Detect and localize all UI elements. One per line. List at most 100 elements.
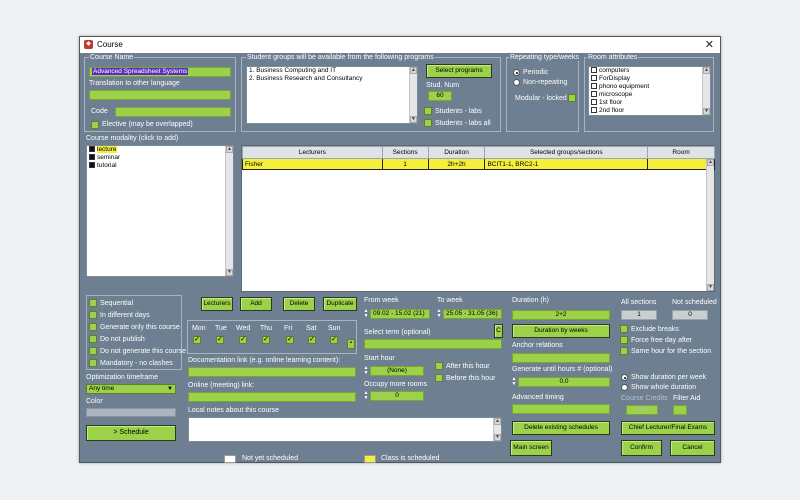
days-more-button[interactable]: ▪ <box>347 339 355 349</box>
non-repeating-radio[interactable] <box>513 79 520 86</box>
select-programs-button[interactable]: Select programs <box>426 64 492 78</box>
program-list[interactable]: 1. Business Computing and IT 2. Business… <box>246 66 418 124</box>
filter-aid-input[interactable] <box>673 405 687 415</box>
generate-until-input[interactable]: 0.0 <box>518 377 610 387</box>
confirm-button[interactable]: Confirm <box>621 440 662 456</box>
term-clear-button[interactable]: C <box>494 324 503 338</box>
duration-by-weeks-button[interactable]: Duration by weeks <box>512 324 610 338</box>
room-attributes-list[interactable]: computers ForDisplay phono equipment mic… <box>588 66 711 116</box>
chief-lecturer-button[interactable]: Chief Lecturer/Final Exams <box>621 421 715 435</box>
different-days-checkbox[interactable] <box>89 311 97 319</box>
table-row[interactable]: Fisher 1 2h+2h BCIT1-1, BRC2-1 <box>242 158 715 170</box>
day-mon-checkbox[interactable]: ✓ <box>193 336 201 344</box>
day-tue-checkbox[interactable]: ✓ <box>216 336 224 344</box>
from-week-spinner[interactable]: ▲ ▼ <box>363 309 369 319</box>
online-link-input[interactable] <box>188 392 356 402</box>
delete-schedules-button[interactable]: Delete existing schedules <box>512 421 610 435</box>
modular-locked-checkbox[interactable] <box>568 94 576 102</box>
show-per-week-radio[interactable] <box>621 374 628 381</box>
sequential-checkbox[interactable] <box>89 299 97 307</box>
legend-not-scheduled-swatch <box>224 455 236 463</box>
close-icon[interactable]: ✕ <box>705 38 714 51</box>
cell-lecturer[interactable]: Fisher <box>242 158 383 170</box>
elective-checkbox[interactable] <box>91 121 99 129</box>
students-labs-checkbox[interactable] <box>424 107 432 115</box>
do-not-publish-checkbox[interactable] <box>89 335 97 343</box>
occupy-rooms-input[interactable]: 0 <box>370 391 424 401</box>
modality-item-tutorial[interactable]: tutorial <box>87 162 233 170</box>
modality-item-seminar[interactable]: seminar <box>87 154 233 162</box>
schedule-button[interactable]: > Schedule <box>86 425 176 441</box>
color-field[interactable] <box>86 408 176 417</box>
doc-link-input[interactable] <box>188 367 356 377</box>
day-sun: Sun <box>328 325 341 332</box>
grid-scrollbar[interactable]: ▲ ▼ <box>706 159 714 291</box>
cell-groups[interactable]: BCIT1-1, BRC2-1 <box>484 158 649 170</box>
occupy-spinner[interactable]: ▲ ▼ <box>363 391 369 401</box>
delete-button[interactable]: Delete <box>283 297 315 311</box>
cell-duration[interactable]: 2h+2h <box>427 158 486 170</box>
day-sat-checkbox[interactable]: ✓ <box>308 336 316 344</box>
room-attribute-item[interactable]: ForDisplay <box>589 75 710 83</box>
add-button[interactable]: Add <box>240 297 272 311</box>
exclude-breaks-checkbox[interactable] <box>620 325 628 333</box>
col-groups[interactable]: Selected groups/sections <box>484 146 649 159</box>
room-attribute-item[interactable]: 1st floor <box>589 99 710 107</box>
start-hour-spinner[interactable]: ▲ ▼ <box>363 366 369 376</box>
mandatory-checkbox[interactable] <box>89 359 97 367</box>
generate-until-spinner[interactable]: ▲ ▼ <box>511 377 517 387</box>
duration-input[interactable]: 2+2 <box>512 310 610 320</box>
modality-list[interactable]: lecture seminar tutorial ▲ ▼ <box>86 145 234 277</box>
program-item[interactable]: 2. Business Research and Consultancy <box>247 75 417 83</box>
legend-scheduled-swatch <box>364 455 376 463</box>
same-hour-checkbox[interactable] <box>620 347 628 355</box>
room-list-scrollbar[interactable]: ▲ ▼ <box>702 67 710 115</box>
advanced-timing-input[interactable] <box>512 404 610 414</box>
cell-sections[interactable]: 1 <box>381 158 429 170</box>
periodic-radio[interactable] <box>513 69 520 76</box>
course-credits-input[interactable]: 0.0 <box>626 405 658 415</box>
from-week-input[interactable]: 09.02 - 15.02 (21) <box>370 309 430 319</box>
day-sun-checkbox[interactable]: ✓ <box>330 336 338 344</box>
before-hour-checkbox[interactable] <box>435 374 443 382</box>
show-whole-radio[interactable] <box>621 384 628 391</box>
cell-room[interactable] <box>647 158 715 170</box>
notes-scrollbar[interactable]: ▲ ▼ <box>493 418 501 441</box>
translation-input[interactable] <box>89 90 231 100</box>
duplicate-button[interactable]: Duplicate <box>323 297 357 311</box>
col-lecturers[interactable]: Lecturers <box>242 146 383 159</box>
cancel-button[interactable]: Cancel <box>670 440 715 456</box>
modality-item-lecture[interactable]: lecture <box>87 146 233 154</box>
program-list-scrollbar[interactable]: ▲ ▼ <box>409 67 417 123</box>
optimization-select[interactable]: Any time ▼ <box>86 384 176 394</box>
to-week-input[interactable]: 25.05 - 31.05 (36) <box>443 309 502 319</box>
students-labs-all-checkbox[interactable] <box>424 119 432 127</box>
room-attribute-item[interactable]: computers <box>589 67 710 75</box>
room-attribute-item[interactable]: phono equipment <box>589 83 710 91</box>
col-duration[interactable]: Duration <box>427 146 486 159</box>
col-sections[interactable]: Sections <box>381 146 429 159</box>
main-screen-button[interactable]: Main screen <box>510 440 552 456</box>
program-item[interactable]: 1. Business Computing and IT <box>247 67 417 75</box>
to-week-spinner[interactable]: ▲ ▼ <box>436 309 442 319</box>
course-name-input[interactable]: Advanced Spreadsheet Systems <box>89 67 231 77</box>
lecturers-button[interactable]: Lecturers <box>201 297 233 311</box>
col-room[interactable]: Room <box>647 146 715 159</box>
day-wed-checkbox[interactable]: ✓ <box>239 336 247 344</box>
stud-num-input[interactable]: 60 <box>428 91 452 101</box>
day-fri-checkbox[interactable]: ✓ <box>286 336 294 344</box>
day-thu-checkbox[interactable]: ✓ <box>262 336 270 344</box>
after-hour-checkbox[interactable] <box>435 362 443 370</box>
generate-only-checkbox[interactable] <box>89 323 97 331</box>
room-attribute-item[interactable]: 2nd floor <box>589 107 710 115</box>
modality-scrollbar[interactable]: ▲ ▼ <box>225 146 233 276</box>
start-hour-input[interactable]: (None) <box>370 366 424 376</box>
notes-textarea[interactable]: ▲ ▼ <box>188 417 502 442</box>
room-attribute-item[interactable]: microscope <box>589 91 710 99</box>
term-input[interactable] <box>364 339 502 349</box>
force-free-day-label: Force free day after <box>631 337 693 344</box>
code-input[interactable] <box>115 107 231 117</box>
force-free-day-checkbox[interactable] <box>620 336 628 344</box>
anchor-relations-input[interactable] <box>512 353 610 363</box>
do-not-generate-checkbox[interactable] <box>89 347 97 355</box>
